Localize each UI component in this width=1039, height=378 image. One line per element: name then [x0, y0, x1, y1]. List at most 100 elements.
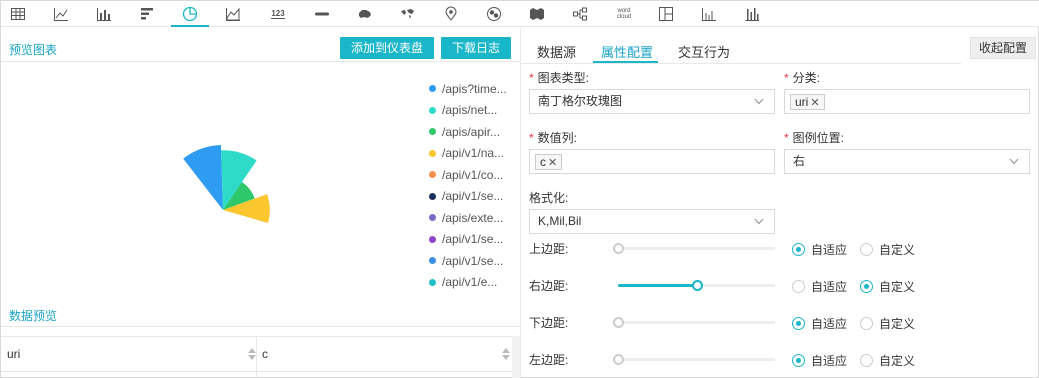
margin-auto-radio[interactable]: 自适应 — [792, 278, 847, 295]
radio-label: 自定义 — [879, 243, 916, 257]
sort-icon[interactable] — [502, 348, 510, 361]
flow-icon[interactable] — [570, 4, 590, 24]
legend-item[interactable]: /apis?time... — [429, 78, 507, 100]
chevron-down-icon — [754, 218, 764, 225]
wordcloud-icon[interactable]: word cloud — [611, 4, 637, 24]
chevron-down-icon — [1009, 158, 1019, 165]
value-column-tag: c ✕ — [535, 154, 563, 170]
legend-dot-icon — [429, 171, 436, 179]
tabs-divider — [521, 63, 961, 64]
pie-chart-icon[interactable] — [171, 4, 209, 27]
rose-chart — [183, 145, 270, 224]
chart-type-label-text: 图表类型: — [537, 71, 590, 85]
format-select[interactable]: K,Mil,Bil — [529, 209, 775, 234]
column-header-uri[interactable]: uri — [7, 337, 20, 372]
legend-label: /apis?time... — [442, 81, 507, 96]
slider-handle[interactable] — [613, 317, 624, 328]
category-select[interactable]: uri ✕ — [784, 89, 1030, 114]
margin-custom-radio[interactable]: 自定义 — [860, 241, 915, 258]
radio-label: 自适应 — [811, 354, 848, 368]
legend-item[interactable]: /api/v1/na... — [429, 143, 507, 165]
radio-label: 自适应 — [811, 317, 848, 331]
legend-item[interactable]: /apis/exte... — [429, 207, 507, 229]
progress-icon[interactable] — [312, 4, 332, 24]
config-panel: 数据源 属性配置 交互行为 收起配置 * 图表类型: 南丁格尔玫瑰图 * 分类: u… — [520, 28, 1039, 378]
legend-position-label: * 图例位置: — [784, 131, 845, 145]
margin-label: 下边距: — [529, 316, 569, 330]
number-icon[interactable]: 123 — [266, 4, 290, 24]
data-preview-title: 数据预览 — [9, 309, 58, 323]
column-divider — [256, 337, 257, 372]
download-log-button[interactable]: 下载日志 — [441, 37, 511, 59]
table-scrollbar[interactable] — [512, 336, 520, 378]
number-icon-label: 123 — [271, 9, 285, 19]
radio-dot — [792, 354, 805, 367]
chart-type-select[interactable]: 南丁格尔玫瑰图 — [529, 89, 775, 114]
world-map-icon[interactable] — [398, 4, 418, 24]
legend-item[interactable]: /api/v1/se... — [429, 250, 507, 272]
margin-custom-radio[interactable]: 自定义 — [860, 278, 915, 295]
margin-auto-radio[interactable]: 自适应 — [792, 241, 847, 258]
value-column-select[interactable]: c ✕ — [529, 149, 775, 174]
format-value: K,Mil,Bil — [538, 214, 582, 228]
location-icon[interactable] — [441, 4, 461, 24]
data-preview-divider — [1, 326, 520, 327]
remove-tag-icon[interactable]: ✕ — [548, 157, 557, 169]
line-chart-icon[interactable] — [51, 4, 71, 24]
legend-label: /api/v1/se... — [442, 189, 504, 204]
radio-label: 自定义 — [879, 317, 916, 331]
radio-dot — [860, 354, 873, 367]
preview-chart-title: 预览图表 — [9, 43, 58, 57]
legend-dot-icon — [429, 257, 436, 265]
margin-auto-radio[interactable]: 自适应 — [792, 315, 847, 332]
data-table-header: uri c — [1, 336, 513, 372]
radio-dot — [860, 280, 873, 293]
rose-slice[interactable] — [183, 145, 223, 210]
layout-icon[interactable] — [656, 4, 676, 24]
legend-item[interactable]: /apis/net... — [429, 100, 507, 122]
active-tab-indicator — [593, 61, 658, 63]
chord-icon[interactable] — [484, 4, 504, 24]
treemap-icon[interactable] — [527, 4, 547, 24]
margin-slider[interactable] — [613, 354, 775, 365]
tab-datasource[interactable]: 数据源 — [537, 42, 576, 61]
margin-label: 右边距: — [529, 279, 569, 293]
collapse-config-button[interactable]: 收起配置 — [970, 37, 1036, 59]
legend-item[interactable]: /api/v1/e... — [429, 272, 507, 294]
margin-slider[interactable] — [613, 317, 775, 328]
slider-handle[interactable] — [691, 280, 703, 291]
margin-auto-radio[interactable]: 自适应 — [792, 352, 847, 369]
tab-properties[interactable]: 属性配置 — [601, 42, 653, 61]
legend-label: /api/v1/se... — [442, 253, 504, 268]
column-divider — [256, 371, 257, 378]
radio-label: 自适应 — [811, 243, 848, 257]
margin-custom-radio[interactable]: 自定义 — [860, 352, 915, 369]
table-icon[interactable] — [8, 4, 28, 24]
horizontal-bar-icon[interactable] — [137, 4, 157, 24]
remove-tag-icon[interactable]: ✕ — [810, 97, 819, 109]
legend-item[interactable]: /api/v1/se... — [429, 186, 507, 208]
china-map-icon[interactable] — [355, 4, 375, 24]
legend-item[interactable]: /apis/apir... — [429, 121, 507, 143]
slider-handle[interactable] — [613, 354, 624, 365]
legend-item[interactable]: /api/v1/co... — [429, 164, 507, 186]
area-chart-icon[interactable] — [223, 4, 243, 24]
column-header-c[interactable]: c — [262, 337, 268, 372]
legend-label: /api/v1/se... — [442, 232, 504, 247]
histogram-icon[interactable] — [699, 4, 719, 24]
sort-icon[interactable] — [248, 348, 256, 361]
category-label: * 分类: — [784, 71, 821, 85]
slider-handle[interactable] — [613, 243, 624, 254]
value-column-label-text: 数值列: — [537, 131, 578, 145]
column-icon[interactable] — [742, 4, 762, 24]
margin-custom-radio[interactable]: 自定义 — [860, 315, 915, 332]
margin-slider[interactable] — [618, 280, 775, 291]
tab-interaction[interactable]: 交互行为 — [678, 42, 730, 61]
chart-type-label: * 图表类型: — [529, 71, 590, 85]
bar-chart-icon[interactable] — [94, 4, 114, 24]
legend-dot-icon — [429, 192, 436, 200]
margin-slider[interactable] — [613, 243, 775, 254]
legend-position-select[interactable]: 右 — [784, 149, 1030, 174]
legend-item[interactable]: /api/v1/se... — [429, 229, 507, 251]
add-to-dashboard-button[interactable]: 添加到仪表盘 — [340, 37, 434, 59]
